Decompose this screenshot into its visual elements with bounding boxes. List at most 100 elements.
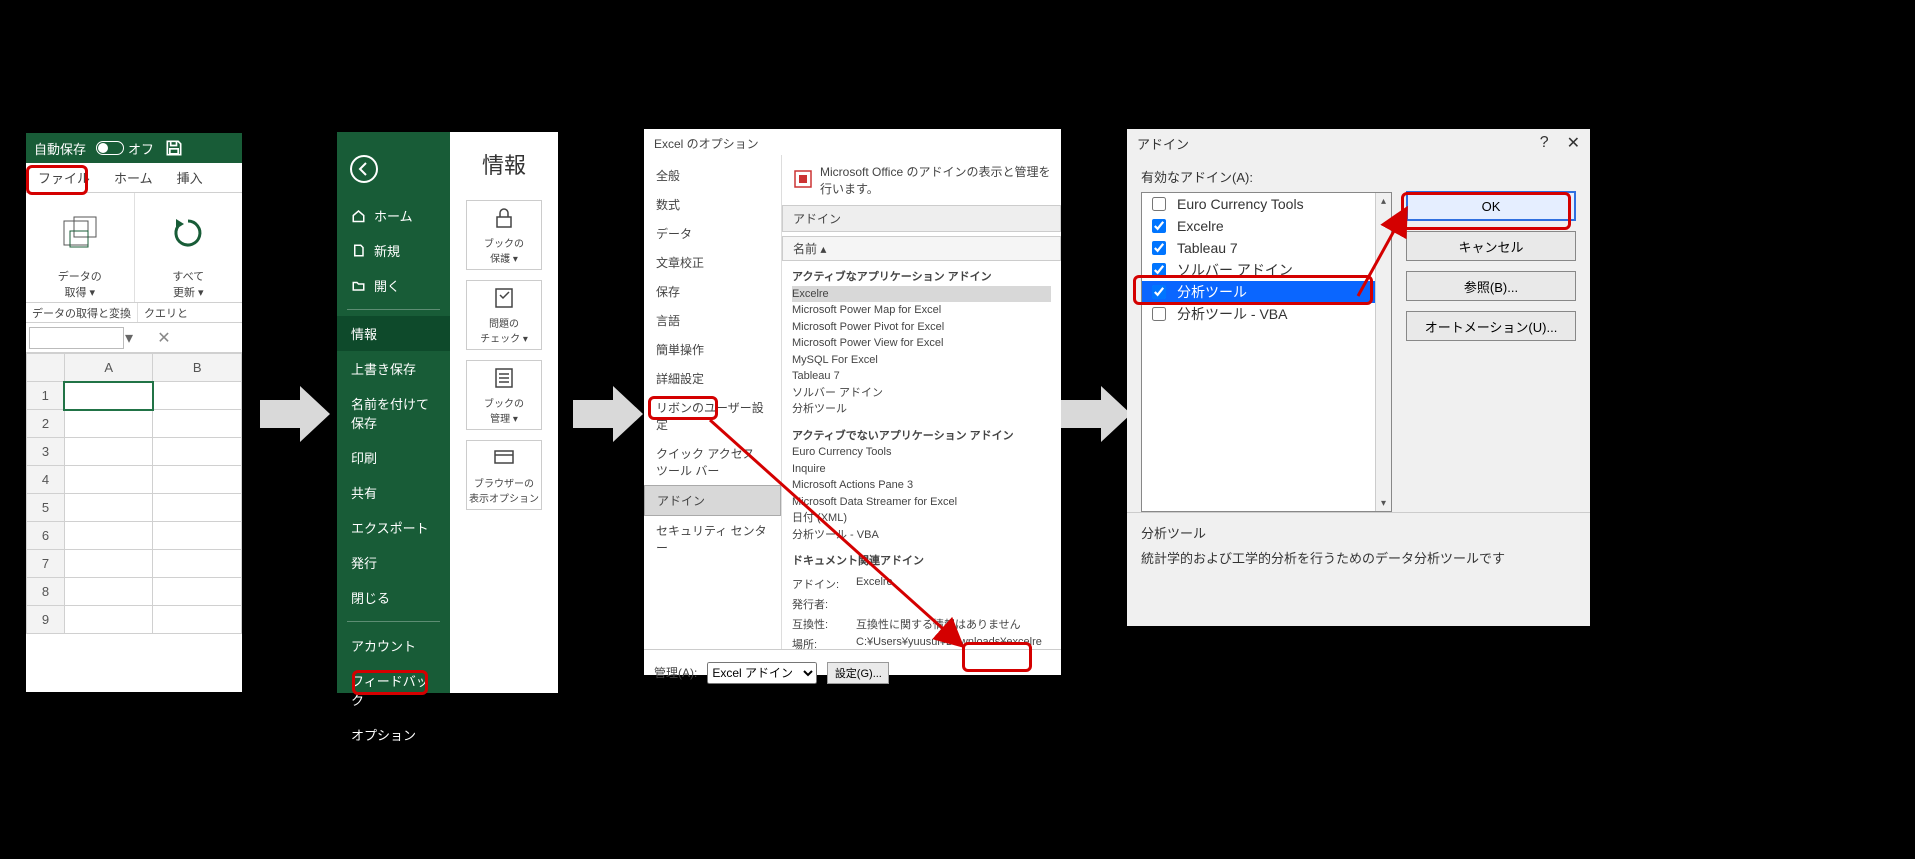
ok-button[interactable]: OK (1406, 191, 1576, 221)
backstage-share[interactable]: 共有 (337, 475, 450, 510)
cancel-formula-icon[interactable]: ✕ (154, 328, 174, 348)
cancel-button[interactable]: キャンセル (1406, 231, 1576, 261)
backstage-account[interactable]: アカウント (337, 628, 450, 663)
backstage-close[interactable]: 閉じる (337, 580, 450, 615)
ribbon-get-data[interactable]: データの 取得 ▾ (26, 193, 135, 302)
row-header[interactable]: 5 (27, 494, 65, 522)
options-side-9[interactable]: クイック アクセス ツール バー (644, 439, 781, 485)
inactive-addin-row[interactable]: Inquire (792, 461, 1051, 478)
spreadsheet-grid[interactable]: AB 1 2 3 4 5 6 7 8 9 (26, 353, 242, 634)
addin-checkbox[interactable] (1152, 307, 1166, 321)
row-header[interactable]: 9 (27, 606, 65, 634)
options-side-8[interactable]: リボンのユーザー設定 (644, 393, 781, 439)
active-addin-row[interactable]: Tableau 7 (792, 368, 1051, 385)
addin-checkbox[interactable] (1152, 263, 1166, 277)
protect-workbook-button[interactable]: ブックの 保護 ▾ (466, 200, 542, 270)
tab-home[interactable]: ホーム (102, 163, 165, 193)
addin-checkbox[interactable] (1152, 285, 1166, 299)
active-addin-row[interactable]: MySQL For Excel (792, 352, 1051, 369)
backstage-home[interactable]: ホーム (337, 198, 450, 233)
cell[interactable] (64, 438, 153, 466)
addin-checkbox[interactable] (1152, 197, 1166, 211)
addin-option[interactable]: Excelre (1142, 215, 1391, 237)
cell[interactable] (153, 494, 242, 522)
options-side-7[interactable]: 詳細設定 (644, 364, 781, 393)
addin-option[interactable]: ソルバー アドイン (1142, 259, 1391, 281)
backstage-open[interactable]: 開く (337, 268, 450, 303)
addin-checkbox[interactable] (1152, 241, 1166, 255)
cell[interactable] (153, 578, 242, 606)
browse-button[interactable]: 参照(B)... (1406, 271, 1576, 301)
options-side-3[interactable]: 文章校正 (644, 248, 781, 277)
addins-name-header[interactable]: 名前 ▴ (782, 236, 1061, 261)
options-side-0[interactable]: 全般 (644, 161, 781, 190)
addin-checkbox[interactable] (1152, 219, 1166, 233)
cell[interactable] (153, 410, 242, 438)
active-addin-row[interactable]: Excelre (792, 286, 1051, 303)
col-header-b[interactable]: B (153, 354, 242, 382)
cell[interactable] (153, 522, 242, 550)
inactive-addin-row[interactable]: 日付 (XML) (792, 510, 1051, 527)
cell[interactable] (153, 606, 242, 634)
close-icon[interactable]: ✕ (1567, 133, 1580, 153)
row-header[interactable]: 4 (27, 466, 65, 494)
addin-option[interactable]: Tableau 7 (1142, 237, 1391, 259)
row-header[interactable]: 3 (27, 438, 65, 466)
check-issues-button[interactable]: 問題の チェック ▾ (466, 280, 542, 350)
backstage-save[interactable]: 上書き保存 (337, 351, 450, 386)
backstage-options[interactable]: オプション (337, 717, 450, 752)
options-side-2[interactable]: データ (644, 219, 781, 248)
backstage-publish[interactable]: 発行 (337, 545, 450, 580)
cell[interactable] (153, 382, 242, 410)
help-icon[interactable]: ? (1540, 134, 1549, 152)
row-header[interactable]: 1 (27, 382, 65, 410)
manage-select[interactable]: Excel アドイン (707, 662, 817, 684)
row-header[interactable]: 2 (27, 410, 65, 438)
cell[interactable] (64, 578, 153, 606)
addins-list[interactable]: アクティブなアプリケーション アドイン ExcelreMicrosoft Pow… (782, 261, 1061, 574)
active-addin-row[interactable]: ソルバー アドイン (792, 385, 1051, 402)
autosave-toggle[interactable]: オフ (96, 139, 154, 158)
row-header[interactable]: 8 (27, 578, 65, 606)
cell-a1[interactable] (64, 382, 153, 410)
inactive-addin-row[interactable]: 分析ツール - VBA (792, 527, 1051, 544)
back-button[interactable] (349, 154, 379, 184)
listbox-scrollbar[interactable]: ▴ ▾ (1375, 193, 1391, 511)
manage-workbook-button[interactable]: ブックの 管理 ▾ (466, 360, 542, 430)
inactive-addin-row[interactable]: Microsoft Data Streamer for Excel (792, 494, 1051, 511)
row-header[interactable]: 7 (27, 550, 65, 578)
options-side-1[interactable]: 数式 (644, 190, 781, 219)
options-side-11[interactable]: セキュリティ センター (644, 516, 781, 562)
cell[interactable] (153, 438, 242, 466)
inactive-addin-row[interactable]: Euro Currency Tools (792, 444, 1051, 461)
options-side-10[interactable]: アドイン (644, 485, 781, 516)
backstage-new[interactable]: 新規 (337, 233, 450, 268)
backstage-print[interactable]: 印刷 (337, 440, 450, 475)
cell[interactable] (153, 466, 242, 494)
cell[interactable] (64, 466, 153, 494)
cell[interactable] (64, 606, 153, 634)
addin-option[interactable]: 分析ツール (1142, 281, 1391, 303)
backstage-feedback[interactable]: フィードバック (337, 663, 450, 717)
tab-insert[interactable]: 挿入 (165, 163, 215, 193)
options-side-4[interactable]: 保存 (644, 277, 781, 306)
options-side-6[interactable]: 簡単操作 (644, 335, 781, 364)
cell[interactable] (64, 550, 153, 578)
ribbon-refresh-all[interactable]: すべて 更新 ▾ (135, 193, 243, 302)
cell[interactable] (64, 494, 153, 522)
row-header[interactable]: 6 (27, 522, 65, 550)
save-icon[interactable] (164, 138, 184, 158)
active-addin-row[interactable]: Microsoft Power Pivot for Excel (792, 319, 1051, 336)
options-side-5[interactable]: 言語 (644, 306, 781, 335)
backstage-saveas[interactable]: 名前を付けて保存 (337, 386, 450, 440)
cell[interactable] (153, 550, 242, 578)
inactive-addin-row[interactable]: Microsoft Actions Pane 3 (792, 477, 1051, 494)
active-addin-row[interactable]: Microsoft Power View for Excel (792, 335, 1051, 352)
available-addins-listbox[interactable]: Euro Currency ToolsExcelreTableau 7ソルバー … (1141, 192, 1392, 512)
name-box[interactable] (29, 327, 124, 349)
backstage-info[interactable]: 情報 (337, 316, 450, 351)
browser-view-button[interactable]: ブラウザーの 表示オプション (466, 440, 542, 510)
addin-option[interactable]: 分析ツール - VBA (1142, 303, 1391, 325)
backstage-export[interactable]: エクスポート (337, 510, 450, 545)
automation-button[interactable]: オートメーション(U)... (1406, 311, 1576, 341)
